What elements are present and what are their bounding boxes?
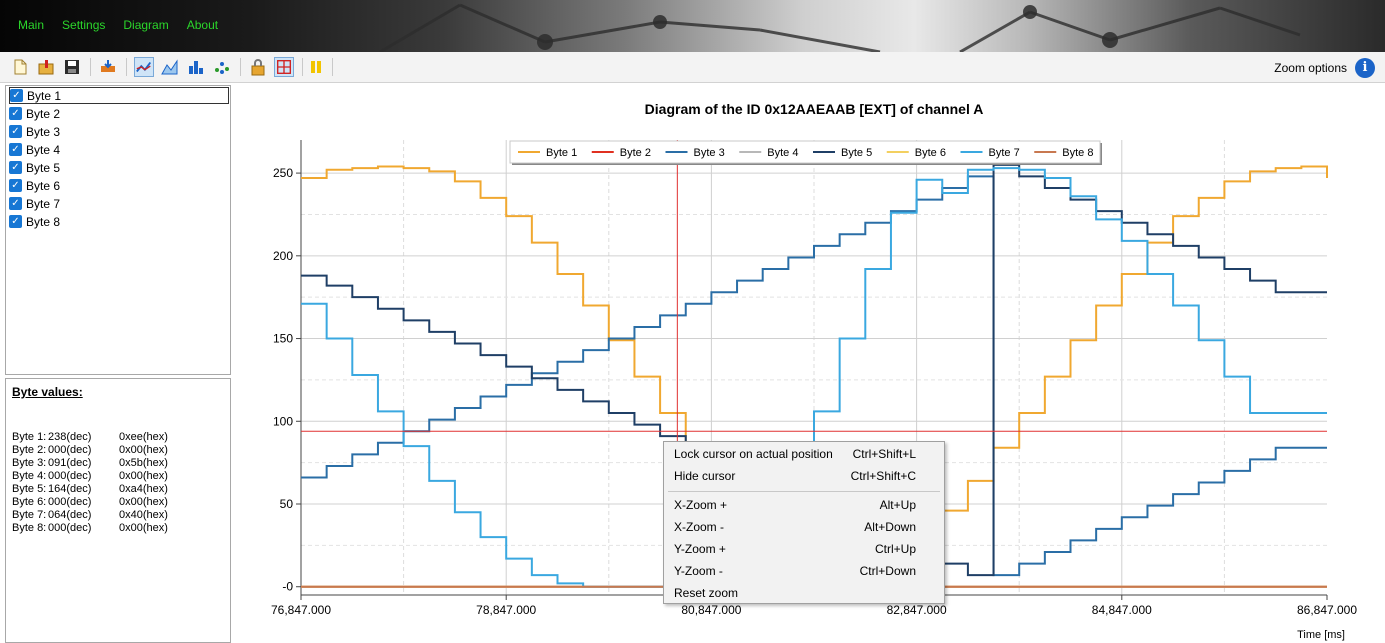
menu-item-main[interactable]: Main — [18, 18, 44, 32]
toolbar: Zoom options i — [0, 52, 1385, 83]
x-tick-label: 82,847.000 — [887, 603, 947, 617]
checkbox-label: Byte 4 — [26, 142, 61, 157]
new-document-icon[interactable] — [10, 57, 30, 77]
y-tick-label: 150 — [273, 332, 293, 346]
checkbox-checked-icon: ✓ — [9, 179, 22, 192]
chart-title: Diagram of the ID 0x12AAEAAB [EXT] of ch… — [645, 101, 984, 117]
y-tick-label: 200 — [273, 249, 293, 263]
open-folder-icon[interactable] — [36, 57, 56, 77]
legend-entry[interactable]: Byte 5 — [841, 147, 872, 159]
checkbox-checked-icon: ✓ — [9, 197, 22, 210]
pause-icon[interactable] — [306, 57, 326, 77]
y-tick-label: 100 — [273, 414, 293, 428]
checkbox-checked-icon: ✓ — [9, 143, 22, 156]
legend-entry[interactable]: Byte 6 — [915, 147, 946, 159]
toolbar-separator — [332, 58, 333, 76]
legend-entry[interactable]: Byte 4 — [767, 147, 798, 159]
checkbox-byte-2[interactable]: ✓ Byte 2 — [9, 105, 229, 122]
checkbox-checked-icon: ✓ — [9, 125, 22, 138]
x-tick-label: 80,847.000 — [681, 603, 741, 617]
legend-entry[interactable]: Byte 7 — [989, 147, 1020, 159]
info-icon[interactable]: i — [1355, 58, 1375, 78]
import-icon[interactable] — [98, 57, 118, 77]
area-chart-icon[interactable] — [160, 57, 180, 77]
y-tick-label: 50 — [280, 497, 294, 511]
byte-values-title: Byte values: — [12, 385, 83, 399]
menu-item-settings[interactable]: Settings — [62, 18, 105, 32]
checkbox-byte-7[interactable]: ✓ Byte 7 — [9, 195, 229, 212]
byte-values-panel: Byte values: Byte 1: 238(dec) 0xee(hex) By… — [5, 378, 231, 643]
menu-item-diagram[interactable]: Diagram — [123, 18, 168, 32]
ctx-x-zoom-out[interactable]: X-Zoom - Alt+Down — [664, 517, 944, 538]
save-icon[interactable] — [62, 57, 82, 77]
checkbox-byte-1[interactable]: ✓ Byte 1 — [9, 87, 229, 104]
ctx-x-zoom-in[interactable]: X-Zoom + Alt+Up — [664, 495, 944, 516]
checkbox-byte-4[interactable]: ✓ Byte 4 — [9, 141, 229, 158]
ctx-y-zoom-out[interactable]: Y-Zoom - Ctrl+Down — [664, 561, 944, 582]
toolbar-separator — [126, 58, 127, 76]
checkbox-label: Byte 3 — [26, 124, 61, 139]
menu-separator — [668, 491, 940, 492]
x-tick-label: 86,847.000 — [1297, 603, 1357, 617]
checkbox-label: Byte 1 — [27, 88, 62, 103]
toolbar-separator — [240, 58, 241, 76]
ctx-reset-zoom[interactable]: Reset zoom — [664, 583, 944, 604]
menu-item-about[interactable]: About — [187, 18, 218, 32]
checkbox-checked-icon: ✓ — [9, 161, 22, 174]
crosshair-icon[interactable] — [274, 57, 294, 77]
scatter-chart-icon[interactable] — [212, 57, 232, 77]
checkbox-label: Byte 5 — [26, 160, 61, 175]
checkbox-byte-8[interactable]: ✓ Byte 8 — [9, 213, 229, 230]
checkbox-byte-3[interactable]: ✓ Byte 3 — [9, 123, 229, 140]
checkbox-label: Byte 2 — [26, 106, 61, 121]
line-chart-icon[interactable] — [134, 57, 154, 77]
zoom-options[interactable]: Zoom options i — [1274, 58, 1375, 78]
checkbox-byte-6[interactable]: ✓ Byte 6 — [9, 177, 229, 194]
legend-entry[interactable]: Byte 3 — [694, 147, 725, 159]
checkbox-checked-icon: ✓ — [10, 89, 23, 102]
x-tick-label: 78,847.000 — [476, 603, 536, 617]
chart-context-menu: Lock cursor on actual position Ctrl+Shift… — [663, 441, 945, 604]
zoom-options-label: Zoom options — [1274, 61, 1347, 75]
y-tick-label: -0 — [282, 580, 293, 594]
x-tick-label: 76,847.000 — [271, 603, 331, 617]
legend-entry[interactable]: Byte 8 — [1062, 147, 1093, 159]
checkbox-label: Byte 6 — [26, 178, 61, 193]
app-header: Main Settings Diagram About — [0, 0, 1385, 52]
y-tick-label: 250 — [273, 166, 293, 180]
checkbox-label: Byte 7 — [26, 196, 61, 211]
byte-checkbox-list: ✓ Byte 1 ✓ Byte 2 ✓ Byte 3 ✓ Byte 4 ✓ By… — [5, 85, 231, 375]
x-axis-label: Time [ms] — [1297, 629, 1345, 641]
legend-entry[interactable]: Byte 1 — [546, 147, 577, 159]
bar-chart-icon[interactable] — [186, 57, 206, 77]
legend-entry[interactable]: Byte 2 — [620, 147, 651, 159]
lock-icon[interactable] — [248, 57, 268, 77]
checkbox-byte-5[interactable]: ✓ Byte 5 — [9, 159, 229, 176]
toolbar-separator — [302, 58, 303, 76]
x-tick-label: 84,847.000 — [1092, 603, 1152, 617]
checkbox-label: Byte 8 — [26, 214, 61, 229]
checkbox-checked-icon: ✓ — [9, 215, 22, 228]
main-menu: Main Settings Diagram About — [18, 18, 218, 32]
toolbar-separator — [90, 58, 91, 76]
ctx-hide-cursor[interactable]: Hide cursor Ctrl+Shift+C — [664, 466, 944, 487]
ctx-lock-cursor[interactable]: Lock cursor on actual position Ctrl+Shift… — [664, 444, 944, 465]
ctx-y-zoom-in[interactable]: Y-Zoom + Ctrl+Up — [664, 539, 944, 560]
checkbox-checked-icon: ✓ — [9, 107, 22, 120]
